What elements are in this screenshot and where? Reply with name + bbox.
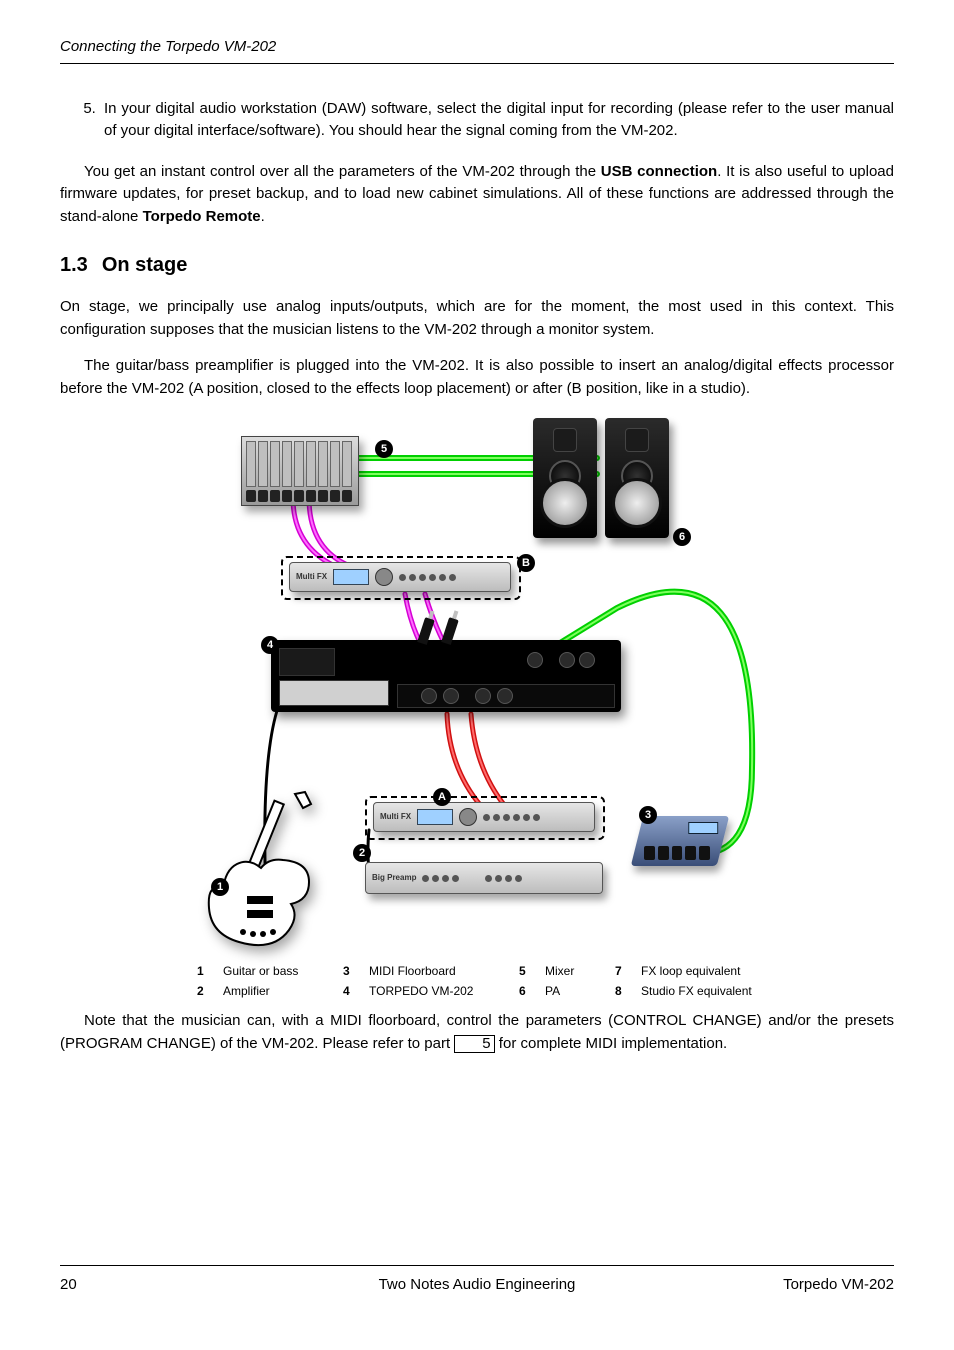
guitar-icon	[203, 790, 333, 950]
section-number: 1.3	[60, 254, 88, 276]
legend-key: 8	[615, 982, 631, 1000]
marker-6: 6	[673, 528, 691, 546]
diagram-legend: 1 Guitar or bass 3 MIDI Floorboard 5 Mix…	[197, 962, 757, 1000]
legend-key: 6	[519, 982, 535, 1000]
text: You get an instant control over all the …	[84, 163, 601, 180]
legend-key: 2	[197, 982, 213, 1000]
paragraph-usb: You get an instant control over all the …	[60, 161, 894, 229]
multi-fx-b: Multi FX	[289, 562, 511, 592]
bold-remote: Torpedo Remote	[143, 208, 261, 225]
legend-val: Guitar or bass	[223, 962, 333, 980]
torpedo-vm202	[271, 640, 621, 712]
marker-2: 2	[353, 844, 371, 862]
text: .	[261, 208, 265, 225]
rack-label: Multi FX	[296, 571, 327, 583]
legend-key: 7	[615, 962, 631, 980]
section-title: On stage	[102, 254, 188, 276]
legend-key: 4	[343, 982, 359, 1000]
step-5: In your digital audio workstation (DAW) …	[100, 98, 894, 143]
paragraph-midi-note: Note that the musician can, with a MIDI …	[60, 1010, 894, 1055]
cross-ref[interactable]: 5	[454, 1035, 494, 1054]
section-heading: 1.3 On stage	[60, 250, 894, 280]
marker-3: 3	[639, 806, 657, 824]
paragraph-stage-1: On stage, we principally use analog inpu…	[60, 296, 894, 341]
pa-speaker-right	[605, 418, 669, 538]
footer-rule	[60, 1265, 894, 1266]
legend-val: FX loop equivalent	[641, 962, 791, 980]
marker-a: A	[433, 788, 451, 806]
legend-val: Studio FX equivalent	[641, 982, 791, 1000]
legend-val: Amplifier	[223, 982, 333, 1000]
legend-val: MIDI Floorboard	[369, 962, 509, 980]
marker-1: 1	[211, 878, 229, 896]
pa-speaker-left	[533, 418, 597, 538]
rack-label: Big Preamp	[372, 872, 416, 884]
legend-key: 1	[197, 962, 213, 980]
paragraph-stage-2: The guitar/bass preamplifier is plugged …	[60, 355, 894, 400]
marker-5: 5	[375, 440, 393, 458]
text: for complete MIDI implementation.	[495, 1035, 728, 1052]
legend-val: TORPEDO VM-202	[369, 982, 509, 1000]
marker-b: B	[517, 554, 535, 572]
legend-val: Mixer	[545, 962, 605, 980]
footer-center: Two Notes Audio Engineering	[60, 1274, 894, 1297]
preamp: Big Preamp	[365, 862, 603, 894]
mixer	[241, 436, 359, 506]
page-footer: 20 Two Notes Audio Engineering Torpedo V…	[60, 1274, 894, 1297]
legend-val: PA	[545, 982, 605, 1000]
rack-label: Multi FX	[380, 811, 411, 823]
marker-4: 4	[261, 636, 279, 654]
legend-key: 3	[343, 962, 359, 980]
running-header: Connecting the Torpedo VM-202	[60, 36, 894, 64]
multi-fx-a: Multi FX	[373, 802, 595, 832]
bold-usb: USB connection	[601, 163, 717, 180]
legend-key: 5	[519, 962, 535, 980]
step-list: In your digital audio workstation (DAW) …	[60, 98, 894, 143]
connection-diagram: Multi FX Multi FX	[197, 418, 757, 1000]
